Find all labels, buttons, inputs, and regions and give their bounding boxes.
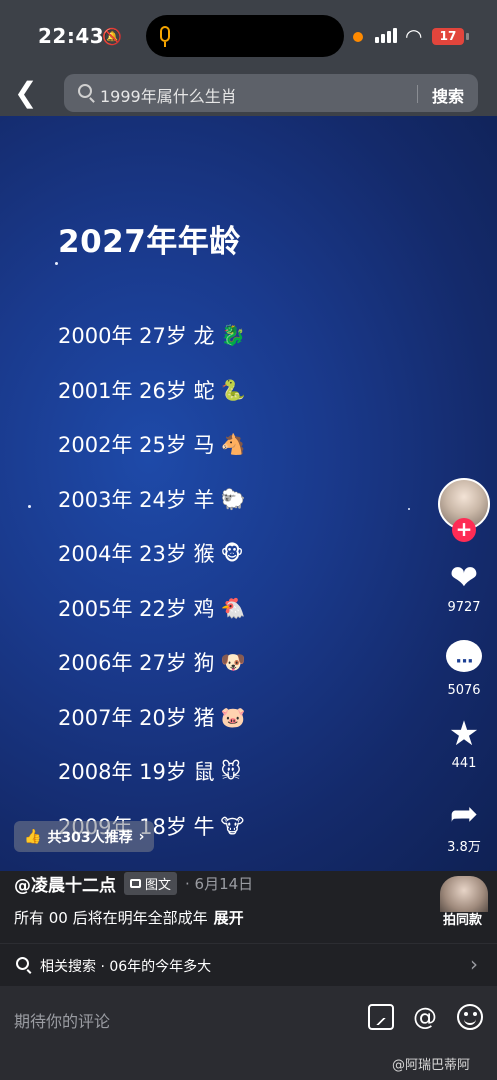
- like-button[interactable]: ❤ 9727: [436, 558, 492, 615]
- pig-icon: 🐷: [220, 704, 246, 729]
- search-input[interactable]: 1999年属什么生肖 搜索: [64, 74, 478, 112]
- back-arrow-icon[interactable]: ❮: [14, 74, 44, 114]
- post-image[interactable]: 2027年年龄 2000年 27岁 龙 🐉 2001年 26岁 蛇 🐍 2002年 …: [0, 116, 497, 871]
- related-search-text: 相关搜索 · 06年的今年多大: [40, 959, 212, 975]
- share-button[interactable]: ➦ 3.8万: [436, 794, 492, 855]
- search-button[interactable]: 搜索: [432, 83, 464, 107]
- post-description: 所有 00 后将在明年全部成年 展开: [14, 907, 244, 928]
- comment-button[interactable]: 5076: [436, 636, 492, 698]
- list-item: 2005年 22岁 鸡 🐔: [58, 581, 245, 636]
- comment-bubble-icon: [446, 640, 482, 682]
- age-text: 2008年 19岁 鼠: [58, 760, 215, 785]
- chevron-right-icon: ›: [470, 952, 478, 976]
- chevron-right-icon: ›: [138, 828, 145, 845]
- image-text-icon: [130, 879, 141, 888]
- recommend-count: 共303人推荐: [47, 829, 133, 846]
- snake-icon: 🐍: [220, 377, 246, 402]
- microphone-stem: [164, 42, 166, 47]
- author-line: @凌晨十二点 图文 · 6月14日: [14, 871, 253, 896]
- microphone-icon: [160, 26, 170, 42]
- recommend-badge[interactable]: 👍 共303人推荐 ›: [14, 821, 155, 852]
- watermark: @阿瑞巴蒂阿: [392, 1058, 471, 1073]
- cow-icon: 🐮: [220, 813, 245, 838]
- post-type-label: 图文: [145, 878, 172, 893]
- mouse-icon: 🐭: [220, 759, 242, 784]
- age-text: 2002年 25岁 马: [58, 433, 215, 458]
- post-type-tag: 图文: [124, 872, 178, 895]
- expand-link[interactable]: 展开: [214, 909, 244, 927]
- thumbs-up-icon: 👍: [24, 828, 42, 845]
- horse-icon: 🐴: [220, 432, 246, 457]
- favorite-button[interactable]: ★ 441: [436, 714, 492, 771]
- description-text: 所有 00 后将在明年全部成年: [14, 909, 208, 927]
- status-bar: 22:43 🔕 ◠ 17: [0, 0, 497, 70]
- same-style-avatar[interactable]: [440, 876, 488, 912]
- list-item: 2002年 25岁 马 🐴: [58, 417, 245, 472]
- search-header: ❮ 1999年属什么生肖 搜索: [0, 70, 497, 116]
- related-search[interactable]: 相关搜索 · 06年的今年多大 ›: [0, 943, 497, 986]
- age-text: 2005年 22岁 鸡: [58, 596, 215, 621]
- battery-cap: [466, 33, 469, 40]
- search-divider: [417, 85, 418, 103]
- post-date: · 6月14日: [185, 875, 254, 893]
- search-query: 1999年属什么生肖: [100, 87, 237, 106]
- comment-count: 5076: [447, 683, 481, 698]
- dynamic-island: [146, 15, 344, 57]
- heart-icon: ❤: [449, 558, 479, 598]
- post-title: 2027年年龄: [58, 224, 241, 260]
- monkey-icon: 🐵: [220, 541, 244, 566]
- wifi-icon: ◠: [405, 24, 423, 48]
- age-text: 2006年 27岁 狗: [58, 651, 215, 676]
- share-count: 3.8万: [447, 840, 481, 855]
- sheep-icon: 🐑: [220, 486, 246, 511]
- star-speck: [28, 505, 31, 508]
- age-text: 2004年 23岁 猴: [58, 542, 215, 567]
- favorite-count: 441: [451, 756, 477, 771]
- star-speck: [408, 508, 410, 510]
- share-arrow-icon: ➦: [449, 794, 479, 834]
- silent-bell-icon: 🔕: [102, 27, 122, 46]
- list-item: 2000年 27岁 龙 🐉: [58, 308, 245, 363]
- list-item: 2003年 24岁 羊 🐑: [58, 472, 245, 527]
- age-text: 2003年 24岁 羊: [58, 487, 215, 512]
- star-icon: ★: [448, 714, 480, 754]
- at-mention-icon[interactable]: @: [412, 1004, 438, 1030]
- search-icon: [16, 957, 29, 970]
- age-text: 2007年 20岁 猪: [58, 705, 215, 730]
- privacy-indicator: [353, 32, 363, 42]
- like-count: 9727: [447, 600, 481, 615]
- age-list: 2000年 27岁 龙 🐉 2001年 26岁 蛇 🐍 2002年 25岁 马 🐴 2…: [58, 308, 245, 853]
- image-icon[interactable]: [368, 1004, 394, 1030]
- age-text: 2001年 26岁 蛇: [58, 378, 215, 403]
- search-icon: [78, 84, 92, 98]
- dog-icon: 🐶: [220, 650, 246, 675]
- same-style-button[interactable]: 拍同款: [443, 909, 482, 928]
- star-speck: [55, 262, 58, 265]
- comment-input[interactable]: 期待你的评论: [14, 1008, 110, 1032]
- post-info: @凌晨十二点 图文 · 6月14日 所有 00 后将在明年全部成年 展开 拍同款 …: [0, 871, 497, 986]
- list-item: 2006年 27岁 狗 🐶: [58, 635, 245, 690]
- emoji-icon[interactable]: [457, 1004, 483, 1030]
- age-text: 2000年 27岁 龙: [58, 324, 215, 349]
- list-item: 2004年 23岁 猴 🐵: [58, 526, 245, 581]
- clock: 22:43: [38, 24, 105, 48]
- rooster-icon: 🐔: [220, 595, 246, 620]
- list-item: 2008年 19岁 鼠 🐭: [58, 744, 245, 799]
- dragon-icon: 🐉: [220, 323, 246, 348]
- follow-plus-icon[interactable]: +: [452, 518, 476, 542]
- list-item: 2001年 26岁 蛇 🐍: [58, 363, 245, 418]
- battery-icon: 17: [432, 28, 464, 45]
- signal-icon: [375, 28, 397, 43]
- author-name[interactable]: @凌晨十二点: [14, 871, 116, 896]
- list-item: 2007年 20岁 猪 🐷: [58, 690, 245, 745]
